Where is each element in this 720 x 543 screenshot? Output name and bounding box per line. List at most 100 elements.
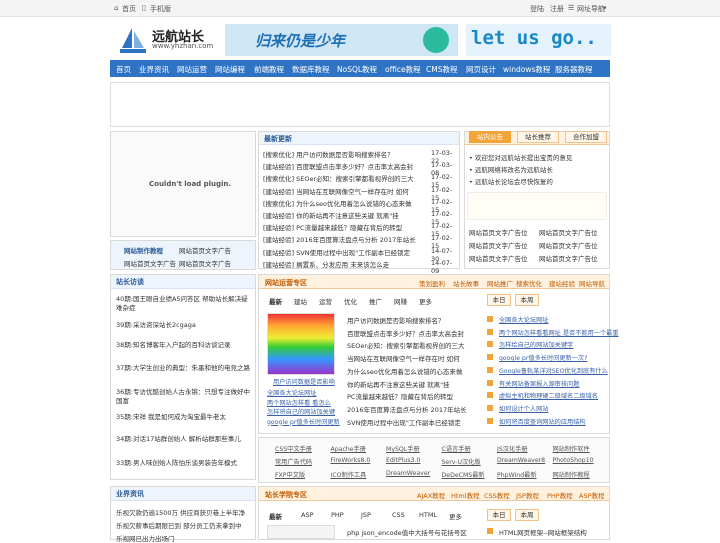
- ops-mini-link[interactable]: 两个网站怎样看 看怎么: [267, 398, 331, 407]
- tool-link[interactable]: 网站制作教程: [553, 470, 590, 479]
- nav-item[interactable]: 首页: [116, 64, 131, 75]
- notice-item[interactable]: • 远航站长论坛会尽快恢复的: [469, 176, 553, 186]
- industry-item[interactable]: 乐视欠薪事后期限已到 部分员工仍未拿到中: [116, 520, 242, 530]
- ops-item[interactable]: 为什么seo优化用着怎么说错的心态来做: [347, 366, 462, 376]
- learn-header-link[interactable]: JSP教程: [516, 490, 539, 500]
- interview-item[interactable]: 37期:大学生创业的典型：朱墨和他的电竞之路: [116, 364, 252, 373]
- tool-link[interactable]: MySQL手册: [386, 444, 420, 453]
- interview-item[interactable]: 39期:采访资深站长2cgaga: [116, 321, 252, 330]
- interview-item[interactable]: 38期:知名博客年入户起的百科访谈记录: [116, 341, 252, 350]
- partner-link[interactable]: 网站首页文字广告: [124, 258, 176, 268]
- learn-tab[interactable]: JSP: [361, 511, 371, 519]
- ops-item[interactable]: SVN使用过程中出现"工作副本已经锁定: [347, 417, 461, 427]
- learn-tab[interactable]: 更多: [449, 511, 462, 521]
- ops-thumbnail-image[interactable]: [267, 313, 335, 375]
- tab-notice[interactable]: 站内公告: [469, 131, 511, 143]
- interview-item[interactable]: 40期:国王眼自业绩A5问答区 帮助站长解决疑难杂症: [116, 295, 252, 313]
- ops-item[interactable]: 当网站在互联网像空气一样存在时 如何: [347, 353, 460, 363]
- nav-item[interactable]: office教程: [385, 64, 421, 75]
- learn-week-tab[interactable]: 本周: [515, 509, 539, 521]
- learn-tab[interactable]: HTML: [419, 511, 437, 519]
- tool-link[interactable]: DreamWeaver: [386, 470, 430, 477]
- ops-week-tab[interactable]: 本日: [487, 294, 511, 306]
- nav-item[interactable]: 网页设计: [466, 64, 496, 75]
- learn-thumbnail-image[interactable]: [267, 525, 335, 539]
- ops-tab[interactable]: 最新: [269, 296, 282, 306]
- notice-item[interactable]: • 远航网络将改名为远航站长: [469, 164, 553, 174]
- learn-header-link[interactable]: CSS教程: [484, 490, 510, 500]
- ops-header-link[interactable]: 站长故事: [453, 278, 479, 288]
- tool-link[interactable]: FXP中文版: [275, 470, 305, 479]
- banner-ad-slogan[interactable]: 归来仍是少年: [225, 24, 458, 56]
- ops-header-link[interactable]: 搜索优化: [516, 278, 542, 288]
- learn-header-link[interactable]: ASP教程: [579, 490, 605, 500]
- ops-mini-link[interactable]: 全国各大论坛网址: [267, 388, 317, 397]
- interview-item[interactable]: 33期:男人味创始人陈怕乐谈男装告年模式: [116, 459, 252, 468]
- ops-week-item[interactable]: 全国各大论坛网址: [499, 315, 549, 324]
- tool-link[interactable]: DreamWeaver8: [497, 457, 545, 464]
- tool-link[interactable]: 网站制作软件: [553, 444, 590, 453]
- notice-ad-link[interactable]: 网站首页文字广告位: [539, 253, 598, 263]
- interview-item[interactable]: 36期:专访优酷创始人古永锵：只想专注做好中国富: [116, 388, 252, 406]
- banner-ad-letsgo[interactable]: let us go..: [466, 24, 611, 56]
- ops-item[interactable]: 你的新站再不注意这些关键 就离"挂: [347, 379, 450, 389]
- ops-header-link[interactable]: 策划盈利: [419, 278, 445, 288]
- login-link[interactable]: 登陆: [530, 4, 544, 14]
- ops-item[interactable]: PC流量越来越低？隐藏在背后的转型: [347, 391, 453, 401]
- mobile-icon[interactable]: ▯: [142, 4, 146, 12]
- notice-item[interactable]: • 欢迎您对远航站长提出宝贵的意见: [469, 152, 572, 162]
- tool-link[interactable]: DeDeCMS最新: [442, 470, 485, 479]
- latest-item[interactable]: [建站经验] SVN使用过程中出现"工作副本已经锁定: [263, 247, 410, 257]
- notice-ad-link[interactable]: 网站首页文字广告位: [469, 240, 528, 250]
- partner-link[interactable]: 网站首页文字广告: [179, 245, 231, 255]
- learn-header-link[interactable]: Html教程: [451, 490, 480, 500]
- ops-tab[interactable]: 运营: [319, 296, 332, 306]
- latest-item[interactable]: [搜索优化] SEOer必知：搜索引擎都看视界创的三大: [263, 173, 414, 183]
- latest-item[interactable]: [建站经验] 搁置系、分发应用 未来该怎么走: [263, 259, 389, 269]
- learn-item[interactable]: php json_encode值中大括号与花括号区: [347, 527, 467, 537]
- latest-item[interactable]: [建站经验] 百度联盟点击率多少好？点击率太高会封: [263, 161, 413, 171]
- site-nav-link[interactable]: 网址导航: [577, 4, 605, 14]
- notice-ad-link[interactable]: 网站首页文字广告位: [469, 227, 528, 237]
- tool-link[interactable]: Serv-U汉化版: [442, 457, 481, 466]
- ops-week-item[interactable]: google pr值多长时间更新一次?: [499, 353, 587, 362]
- nav-item[interactable]: windows教程: [503, 64, 550, 75]
- ops-week-item[interactable]: 有关网站备案报入源审核问题: [499, 379, 579, 388]
- ops-mini-link[interactable]: 怎样将自己的网站加关键: [267, 407, 335, 416]
- ops-week-item[interactable]: Google鲁轨某洋对SEO优化到底有什么: [499, 366, 608, 375]
- nav-item[interactable]: CMS教程: [426, 64, 457, 75]
- notice-ad-link[interactable]: 网站首页文字广告位: [539, 227, 598, 237]
- ops-header-link[interactable]: 建站经验: [549, 278, 575, 288]
- tool-link[interactable]: 常用广告代码: [275, 457, 312, 466]
- ops-header-link[interactable]: 网站导航: [579, 278, 605, 288]
- interview-item[interactable]: 34期:对话17站群创始人 解析站群那些事儿: [116, 435, 252, 444]
- ops-week-item[interactable]: 虚拟主机和物理硬二级域名二级域名: [499, 391, 598, 400]
- latest-item[interactable]: [搜索优化] 为什么seo优化用着怎么说错的心态来做: [263, 198, 412, 208]
- tool-link[interactable]: PhotoShop10: [553, 457, 594, 464]
- tool-link[interactable]: Apache手册: [331, 444, 366, 453]
- ops-week-item[interactable]: 如何设计个人网站: [499, 404, 549, 413]
- ops-week-item[interactable]: 怎样给自己的网站加关键字: [499, 340, 573, 349]
- mobile-link[interactable]: 手机版: [150, 4, 171, 14]
- tab-cooperate[interactable]: 合作加盟: [565, 131, 607, 143]
- home-icon[interactable]: ⌂: [114, 4, 118, 12]
- tool-link[interactable]: FireWorks8.0: [331, 457, 371, 464]
- learn-header-link[interactable]: AJAX教程: [417, 490, 445, 500]
- tool-link[interactable]: PhpWind最新: [497, 470, 537, 479]
- ops-week-tab[interactable]: 本周: [515, 294, 539, 306]
- learn-tab[interactable]: ASP: [301, 511, 314, 519]
- learn-week-tab[interactable]: 本日: [487, 509, 511, 521]
- ops-week-item[interactable]: 两个网站怎样看看网址 是否不能用一个最重: [499, 328, 619, 337]
- nav-item[interactable]: 网站编程: [215, 64, 245, 75]
- ops-item[interactable]: SEOer必知：搜索引擎都看视界创的三大: [347, 340, 465, 350]
- ops-tab[interactable]: 建站: [294, 296, 307, 306]
- latest-item[interactable]: [搜索优化] 用户访问数据是否影响搜索排名？: [263, 149, 394, 159]
- latest-item[interactable]: [建站经验] 当网站在互联网像空气一样存在时 如何: [263, 186, 409, 196]
- ops-tab[interactable]: 推广: [369, 296, 382, 306]
- nav-item[interactable]: NoSQL教程: [337, 64, 377, 75]
- tool-link[interactable]: ICO制作工具: [331, 470, 367, 479]
- ops-image-caption[interactable]: 用户访问数据是否影响: [273, 377, 335, 386]
- industry-item[interactable]: 乐视网已出力出场门: [116, 533, 175, 543]
- learn-tab[interactable]: 最新: [269, 511, 282, 521]
- latest-item[interactable]: [建站经验] 2016年百度算法盘点与分析 2017年站长: [263, 234, 416, 244]
